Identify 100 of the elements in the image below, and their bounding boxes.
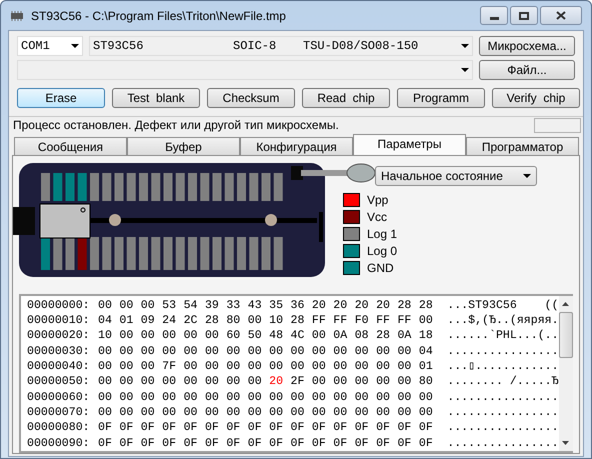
hex-byte: 00 (140, 361, 156, 373)
tab[interactable]: Буфер (127, 137, 240, 155)
hex-byte: 00 (376, 376, 391, 388)
hex-byte: 00 (248, 406, 263, 419)
tab[interactable]: Сообщения (14, 137, 127, 155)
window-title: ST93C56 - C:\Program Files\Triton\NewFile.tmp (31, 8, 286, 24)
hex-byte: 00 (248, 361, 263, 373)
hex-byte: 35 (269, 300, 284, 312)
minimize-button[interactable] (480, 6, 508, 25)
hex-byte: 0A (397, 330, 412, 342)
hex-address: 00000080: (27, 422, 91, 434)
hex-byte: 00 (140, 406, 156, 419)
hex-byte: 43 (248, 300, 263, 312)
hex-byte: 00 (312, 330, 327, 342)
hex-address: 00000090: (27, 438, 91, 450)
hex-byte: 00 (162, 346, 178, 358)
hex-byte: 00 (98, 361, 113, 373)
hex-byte: 00 (269, 346, 284, 358)
dropdown-caret-icon (523, 174, 531, 178)
hex-byte: 00 (140, 392, 156, 404)
hex-byte: 0F (269, 438, 284, 450)
chip-adapter: TSU-D08/SO08-150 (303, 38, 418, 55)
hex-byte: 00 (312, 406, 327, 419)
hex-byte: 00 (312, 361, 327, 373)
hex-byte: 00 (162, 406, 178, 419)
action-button[interactable]: Read chip (302, 88, 390, 108)
hex-byte: 00 (162, 392, 178, 404)
hex-byte: 80 (418, 376, 434, 388)
hex-address: 00000000: (27, 300, 91, 312)
hex-byte: 0F (119, 438, 134, 450)
hex-byte: 0F (204, 438, 220, 450)
hex-byte: 00 (119, 406, 134, 419)
hex-ascii: ................ (447, 438, 559, 450)
hex-byte: 00 (184, 376, 198, 388)
hex-byte: 00 (312, 346, 327, 358)
hex-ascii: ...$,(Ђ..(яяряя. (447, 315, 559, 327)
socket-latch (13, 207, 35, 235)
hex-byte: 0F (226, 422, 242, 434)
file-button[interactable]: Файл... (479, 60, 575, 80)
hex-byte: 28 (418, 300, 434, 312)
hex-byte: 0F (376, 438, 391, 450)
hex-byte: 54 (184, 300, 198, 312)
hex-byte: 60 (226, 330, 242, 342)
action-button[interactable]: Test blank (112, 88, 200, 108)
hex-byte: 00 (354, 361, 370, 373)
hex-byte: 50 (248, 330, 263, 342)
scroll-up-icon[interactable] (562, 302, 570, 306)
hex-byte: 0F (397, 438, 412, 450)
hex-byte: 00 (333, 376, 348, 388)
hex-byte: 00 (226, 406, 242, 419)
hex-byte: 0F (290, 422, 306, 434)
hex-byte: 00 (119, 346, 134, 358)
hex-byte: 00 (376, 406, 391, 419)
hex-byte: 00 (204, 361, 220, 373)
legend-label: Log 1 (367, 226, 398, 243)
hex-byte: 33 (226, 300, 242, 312)
close-icon (556, 11, 566, 20)
hex-byte: 00 (204, 346, 220, 358)
tab[interactable]: Программатор (466, 137, 579, 155)
tab[interactable]: Конфигурация (240, 137, 353, 155)
chip-button[interactable]: Микросхема... (479, 36, 575, 56)
scrollbar[interactable] (558, 296, 573, 451)
maximize-button[interactable] (510, 6, 538, 25)
close-button[interactable] (540, 6, 582, 25)
hex-byte: 0F (290, 438, 306, 450)
scroll-thumb[interactable] (558, 312, 573, 358)
hex-byte: 20 (269, 376, 284, 388)
hex-byte: 0F (248, 422, 263, 434)
hex-ascii: ......`PHL...(.. (447, 330, 559, 342)
port-select[interactable]: COM1 (17, 36, 83, 56)
mode-select[interactable]: Начальное состояние (375, 166, 537, 186)
legend-label: Vpp (367, 192, 388, 209)
hex-byte: 00 (204, 406, 220, 419)
hex-byte: 00 (140, 300, 156, 312)
action-button[interactable]: Erase (17, 88, 105, 108)
chip-select[interactable]: ST93C56 SOIC-8 TSU-D08/SO08-150 (89, 36, 473, 56)
hex-byte: 00 (184, 346, 198, 358)
hex-byte: 20 (312, 300, 327, 312)
hex-byte: 36 (290, 300, 306, 312)
hex-byte: 00 (226, 361, 242, 373)
action-button[interactable]: Programm (397, 88, 485, 108)
hex-byte: 0F (354, 438, 370, 450)
tab[interactable]: Параметры (353, 134, 466, 155)
hex-byte: 00 (184, 361, 198, 373)
hex-byte: 00 (333, 392, 348, 404)
hex-ascii: ...ST93C56 (( (447, 300, 559, 312)
hex-address: 00000040: (27, 361, 91, 373)
hex-address: 00000020: (27, 330, 91, 342)
dropdown-caret-icon (461, 44, 469, 48)
hex-byte: 00 (333, 361, 348, 373)
legend-label: Vcc (367, 209, 388, 226)
hex-byte: 53 (162, 300, 178, 312)
hex-byte: 01 (119, 315, 134, 327)
status-text: Процесс остановлен. Дефект или другой тип микросхемы. (13, 117, 339, 134)
hex-byte: 00 (418, 392, 434, 404)
action-button[interactable]: Verify chip (492, 88, 580, 108)
hex-byte: 00 (226, 392, 242, 404)
hex-byte: 0F (119, 422, 134, 434)
action-button[interactable]: Checksum (207, 88, 295, 108)
scroll-down-icon[interactable] (562, 441, 570, 445)
